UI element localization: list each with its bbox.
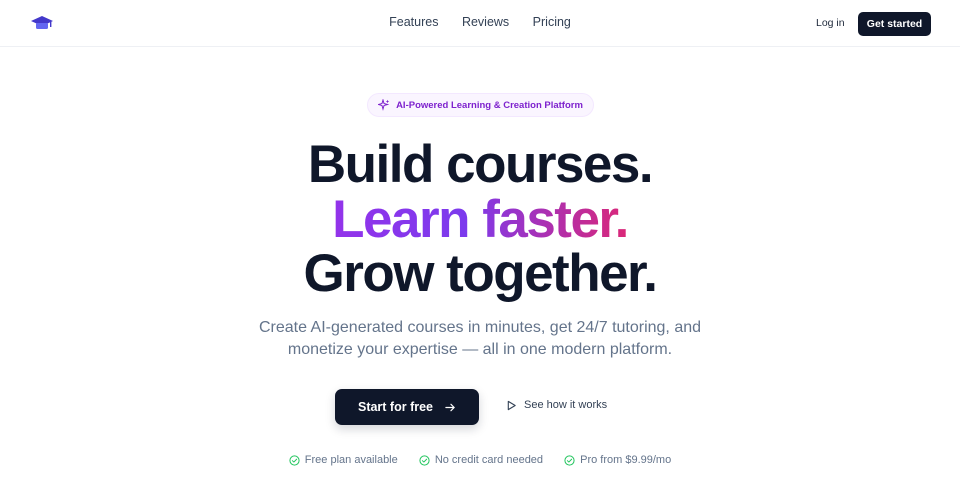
perk-item: Free plan available [289, 454, 398, 466]
perk-label: Free plan available [304, 454, 398, 466]
nav-link-reviews[interactable]: Reviews [462, 15, 509, 29]
top-navbar: Features Reviews Pricing Log in Get star… [0, 0, 960, 47]
hero-badge: AI-Powered Learning & Creation Platform [367, 93, 594, 117]
check-circle-icon [419, 454, 430, 466]
headline-line-3: Grow together. [303, 244, 658, 303]
see-how-it-works-button[interactable]: See how it works [506, 399, 607, 411]
perk-label: No credit card needed [434, 454, 544, 466]
subtitle-line-2: monetize your expertise — all in one mod… [287, 341, 673, 358]
subtitle-line-1: Create AI-generated courses in minutes, … [258, 319, 702, 336]
sparkles-icon [378, 99, 390, 111]
headline-gradient-text: Learn faster. [332, 190, 629, 249]
perk-item: Pro from $9.99/mo [564, 454, 671, 466]
see-how-it-works-label: See how it works [524, 399, 608, 411]
perks-list: Free plan available No credit card neede… [0, 454, 960, 469]
check-circle-icon [289, 454, 300, 466]
headline-line-1: Build courses. [307, 135, 654, 194]
nav-link-features[interactable]: Features [389, 15, 438, 29]
headline-line-2: Learn faster. [0, 193, 960, 247]
get-started-button[interactable]: Get started [858, 12, 931, 36]
start-for-free-button[interactable]: Start for free [335, 389, 479, 425]
arrow-right-icon [445, 403, 455, 411]
play-icon [507, 400, 516, 410]
perk-item: No credit card needed [419, 454, 543, 466]
check-circle-icon [564, 454, 575, 466]
login-link[interactable]: Log in [816, 17, 845, 29]
perk-label: Pro from $9.99/mo [580, 454, 672, 466]
start-for-free-label: Start for free [357, 400, 434, 414]
badge-text: AI-Powered Learning & Creation Platform [396, 99, 583, 111]
nav-link-pricing[interactable]: Pricing [533, 15, 571, 29]
